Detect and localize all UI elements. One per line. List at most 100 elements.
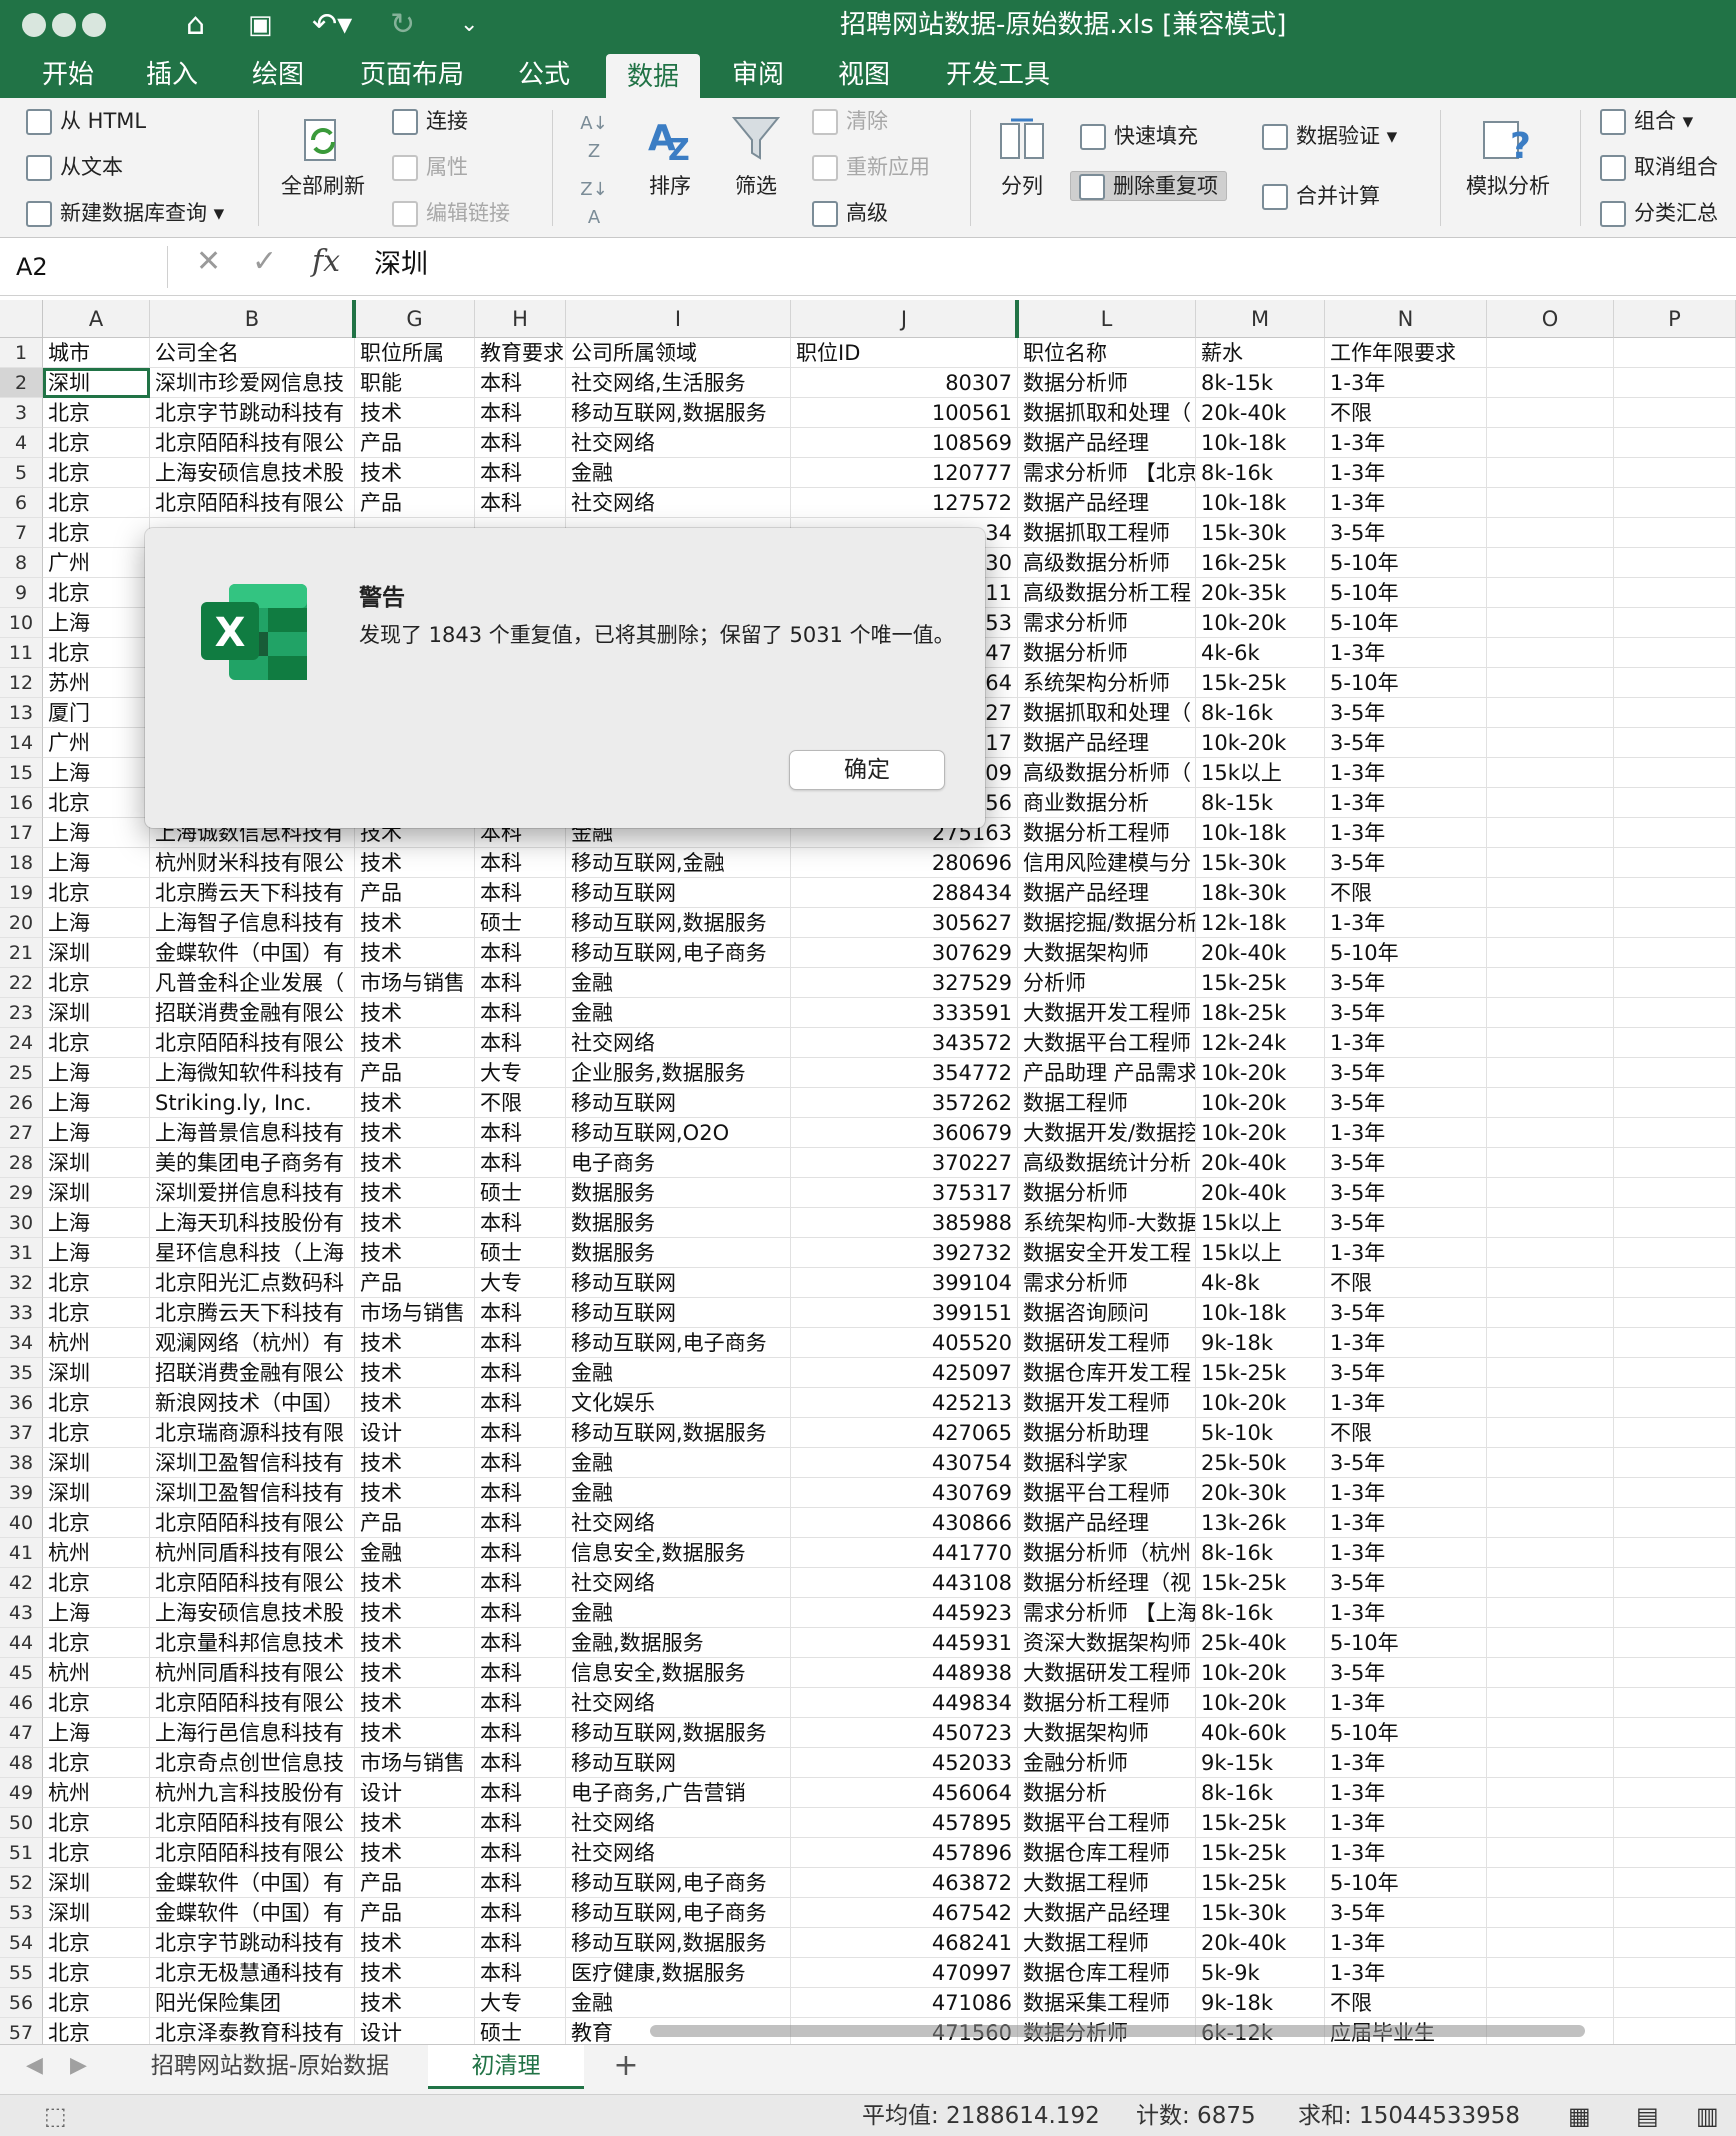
cell[interactable]: 457895 <box>791 1808 1018 1838</box>
tab-formulas[interactable]: 公式 <box>506 50 582 98</box>
tab-review[interactable]: 审阅 <box>720 50 796 98</box>
cell[interactable]: 移动互联网 <box>566 1268 791 1298</box>
cell[interactable]: 1-3年 <box>1325 1748 1487 1778</box>
cell[interactable]: 北京腾云天下科技有 <box>150 878 355 908</box>
cell[interactable]: 3-5年 <box>1325 1298 1487 1328</box>
cell[interactable]: 观澜网络（杭州）有 <box>150 1328 355 1358</box>
row-header[interactable]: 55 <box>0 1958 43 1988</box>
cell[interactable]: 北京 <box>43 1748 150 1778</box>
cell[interactable]: 职位所属 <box>355 338 475 368</box>
cell[interactable]: 凡普金科企业发展（ <box>150 968 355 998</box>
cell[interactable]: 北京 <box>43 1808 150 1838</box>
cell[interactable] <box>1614 1268 1736 1298</box>
customize-toolbar-icon[interactable]: ⌄ <box>460 5 478 45</box>
cell[interactable]: 12k-18k <box>1196 908 1325 938</box>
cell[interactable]: 北京陌陌科技有限公 <box>150 1808 355 1838</box>
normal-view-icon[interactable]: ▦ <box>1568 2101 1591 2131</box>
cell[interactable]: 北京腾云天下科技有 <box>150 1298 355 1328</box>
cell[interactable] <box>1487 458 1614 488</box>
cell[interactable]: 北京 <box>43 578 150 608</box>
cell[interactable] <box>1614 1718 1736 1748</box>
column-header-h[interactable]: H <box>475 300 566 338</box>
cell[interactable]: 425213 <box>791 1388 1018 1418</box>
cell[interactable] <box>1614 998 1736 1028</box>
cell[interactable] <box>1487 1838 1614 1868</box>
cell[interactable]: 3-5年 <box>1325 728 1487 758</box>
cell[interactable]: 招联消费金融有限公 <box>150 998 355 1028</box>
cell[interactable]: 20k-40k <box>1196 1178 1325 1208</box>
cell[interactable]: 深圳卫盈智信科技有 <box>150 1478 355 1508</box>
cell[interactable]: 金融,数据服务 <box>566 1628 791 1658</box>
cell[interactable]: 3-5年 <box>1325 998 1487 1028</box>
save-icon[interactable]: ▣ <box>248 5 273 45</box>
cell[interactable]: 产品 <box>355 1898 475 1928</box>
cell[interactable] <box>1614 1538 1736 1568</box>
cell[interactable] <box>1487 908 1614 938</box>
cell[interactable]: 北京 <box>43 1928 150 1958</box>
cell[interactable]: 1-3年 <box>1325 1328 1487 1358</box>
cell[interactable]: 北京 <box>43 1418 150 1448</box>
cell[interactable]: 金融分析师 <box>1018 1748 1196 1778</box>
cell[interactable] <box>1487 1658 1614 1688</box>
cell[interactable]: 北京 <box>43 518 150 548</box>
cell[interactable]: 8k-16k <box>1196 1538 1325 1568</box>
cell[interactable] <box>1614 518 1736 548</box>
cell[interactable]: 15k-25k <box>1196 1568 1325 1598</box>
cell[interactable]: 移动互联网,数据服务 <box>566 1718 791 1748</box>
cell[interactable]: 数据分析 <box>1018 1778 1196 1808</box>
row-header[interactable]: 9 <box>0 578 43 608</box>
from-text-button[interactable]: 从文本 <box>26 153 123 181</box>
cell[interactable]: 数据采集工程师 <box>1018 1988 1196 2018</box>
row-header[interactable]: 26 <box>0 1088 43 1118</box>
tab-view[interactable]: 视图 <box>826 50 902 98</box>
cell[interactable]: 5-10年 <box>1325 668 1487 698</box>
cell[interactable]: 10k-18k <box>1196 488 1325 518</box>
row-header[interactable]: 47 <box>0 1718 43 1748</box>
cell[interactable]: 本科 <box>475 1358 566 1388</box>
cell[interactable]: 北京 <box>43 1028 150 1058</box>
cell[interactable] <box>1487 1628 1614 1658</box>
tab-data[interactable]: 数据 <box>606 54 700 98</box>
cell[interactable]: 4k-6k <box>1196 638 1325 668</box>
what-if-analysis-button[interactable]: ? 模拟分析 <box>1460 116 1556 200</box>
cell[interactable]: 333591 <box>791 998 1018 1028</box>
cell[interactable]: 市场与销售 <box>355 1748 475 1778</box>
cell[interactable]: 社交网络 <box>566 1568 791 1598</box>
cell[interactable]: 深圳 <box>43 1478 150 1508</box>
cell[interactable]: 北京 <box>43 1838 150 1868</box>
column-header-o[interactable]: O <box>1487 300 1614 338</box>
cell[interactable] <box>1614 758 1736 788</box>
cell[interactable]: 463872 <box>791 1868 1018 1898</box>
row-header[interactable]: 1 <box>0 338 43 368</box>
cell[interactable]: 数据分析助理 <box>1018 1418 1196 1448</box>
minimize-window-button[interactable] <box>52 13 76 37</box>
cell[interactable] <box>1614 1988 1736 2018</box>
cell[interactable]: 3-5年 <box>1325 1088 1487 1118</box>
cell[interactable]: 数据抓取和处理（ <box>1018 698 1196 728</box>
cell[interactable] <box>1487 668 1614 698</box>
cell[interactable]: 15k-25k <box>1196 968 1325 998</box>
cell[interactable]: 技术 <box>355 1478 475 1508</box>
row-header[interactable]: 30 <box>0 1208 43 1238</box>
cell[interactable]: 本科 <box>475 1208 566 1238</box>
cell[interactable]: 数据分析经理（视 <box>1018 1568 1196 1598</box>
cell[interactable]: 电子商务 <box>566 1148 791 1178</box>
cell[interactable]: 厦门 <box>43 698 150 728</box>
cell[interactable] <box>1487 878 1614 908</box>
cell[interactable]: 上海微知软件科技有 <box>150 1058 355 1088</box>
ok-button[interactable]: 确定 <box>789 750 945 790</box>
cell[interactable]: 上海智子信息科技有 <box>150 908 355 938</box>
cell[interactable]: 上海普景信息科技有 <box>150 1118 355 1148</box>
row-header[interactable]: 49 <box>0 1778 43 1808</box>
row-header[interactable]: 17 <box>0 818 43 848</box>
cell[interactable]: 北京阳光汇点数码科 <box>150 1268 355 1298</box>
cell[interactable] <box>1487 1358 1614 1388</box>
cell[interactable]: 本科 <box>475 1148 566 1178</box>
cell[interactable]: 数据仓库工程师 <box>1018 1838 1196 1868</box>
row-header[interactable]: 56 <box>0 1988 43 2018</box>
cell[interactable] <box>1614 818 1736 848</box>
cell[interactable]: 357262 <box>791 1088 1018 1118</box>
cell[interactable]: 技术 <box>355 1388 475 1418</box>
cell[interactable]: 北京 <box>43 1688 150 1718</box>
row-header[interactable]: 16 <box>0 788 43 818</box>
